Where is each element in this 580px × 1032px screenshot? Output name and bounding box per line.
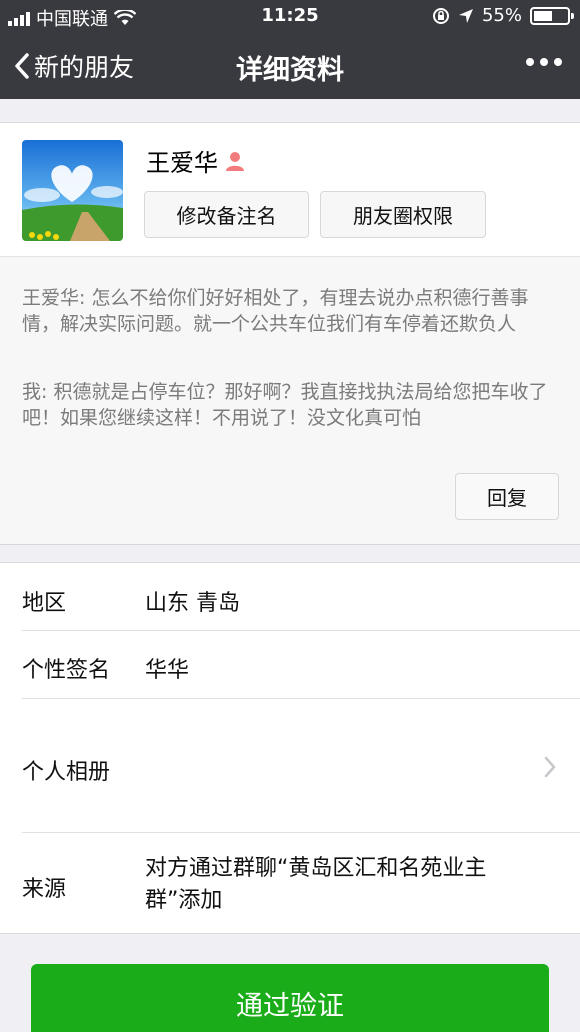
avatar[interactable]	[22, 140, 123, 241]
album-label: 个人相册	[22, 760, 111, 785]
rotation-lock-icon	[432, 7, 449, 24]
signature-row: 个性签名 华华	[0, 631, 580, 698]
back-button[interactable]: 新的朋友	[14, 48, 134, 84]
source-value: 对方通过群聊“黄岛区汇和名苑业主群”添加	[145, 856, 487, 913]
contact-name: 王爱华	[146, 149, 218, 177]
verification-messages: 王爱华: 怎么不给你们好好相处了，有理去说办点积德行善事情，解决实际问题。就一个…	[0, 256, 580, 545]
source-label: 来源	[22, 877, 67, 902]
moments-permission-button[interactable]: 朋友圈权限	[320, 191, 486, 238]
back-label: 新的朋友	[34, 53, 135, 82]
contact-name-row: 王爱华	[146, 143, 246, 178]
more-options-icon[interactable]	[526, 58, 562, 66]
battery-icon	[530, 6, 574, 25]
signature-value: 华华	[145, 658, 190, 683]
navigation-bar: 新的朋友 详细资料	[0, 34, 580, 98]
region-row: 地区 山东 青岛	[0, 563, 580, 630]
message-text: 王爱华: 怎么不给你们好好相处了，有理去说办点积德行善事情，解决实际问题。就一个…	[22, 287, 529, 335]
top-bar: 中国联通 11:25 55% 新的朋友 详细资料	[0, 0, 580, 99]
verify-button[interactable]: 通过验证	[31, 964, 549, 1032]
profile-card: 王爱华 修改备注名 朋友圈权限	[0, 122, 580, 256]
info-list: 地区 山东 青岛 个性签名 华华 个人相册 来源 对方通过群聊“黄岛区汇和名苑业…	[0, 562, 580, 934]
chevron-right-icon	[544, 756, 556, 778]
region-label: 地区	[22, 591, 67, 616]
female-gender-icon	[226, 151, 244, 171]
edit-remark-button[interactable]: 修改备注名	[144, 191, 309, 238]
chevron-left-icon	[15, 53, 29, 79]
album-row[interactable]: 个人相册	[0, 699, 580, 832]
battery-percent: 55%	[481, 5, 522, 26]
location-arrow-icon	[458, 8, 473, 23]
reply-button[interactable]: 回复	[455, 473, 559, 520]
source-row: 来源 对方通过群聊“黄岛区汇和名苑业主群”添加	[0, 833, 580, 933]
region-value: 山东 青岛	[145, 591, 240, 616]
message-text: 我: 积德就是占停车位？那好啊？我直接找执法局给您把车收了吧！如果您继续这样！不…	[22, 381, 548, 429]
status-bar: 中国联通 11:25 55%	[0, 0, 580, 32]
signature-label: 个性签名	[22, 658, 111, 683]
